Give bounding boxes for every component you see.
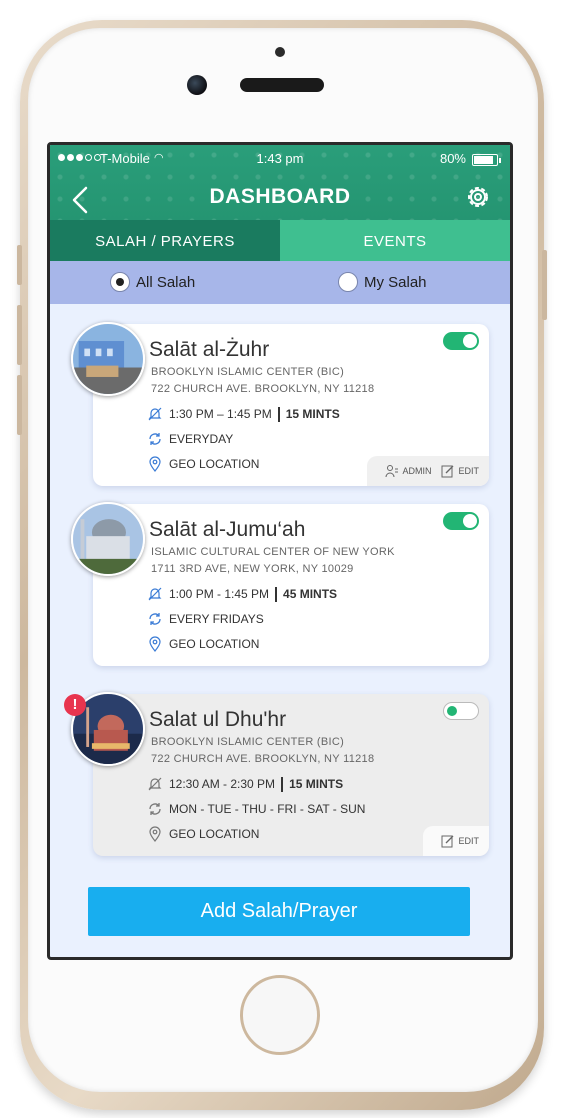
repeat-row: EVERYDAY	[147, 431, 233, 447]
prayer-duration: 15 MINTS	[289, 777, 344, 791]
prayer-card[interactable]: Salāt al-Żuhr BROOKLYN ISLAMIC CENTER (B…	[71, 322, 489, 486]
admin-label: ADMIN	[402, 466, 432, 476]
location-pin-icon	[149, 636, 161, 652]
alert-icon: !	[64, 694, 86, 716]
repeat-icon	[149, 803, 161, 815]
mosque-address: 722 CHURCH AVE. BROOKLYN, NY 11218	[151, 383, 375, 395]
mute-switch	[17, 245, 22, 285]
prayer-repeat: MON - TUE - THU - FRI - SAT - SUN	[169, 802, 366, 816]
tab-events[interactable]: EVENTS	[280, 220, 510, 262]
home-button[interactable]	[240, 975, 320, 1055]
time-row: 1:00 PM - 1:45 PM 45 MINTS	[147, 586, 337, 602]
edit-icon	[441, 465, 454, 478]
location-row: GEO LOCATION	[147, 636, 259, 652]
mosque-name: BROOKLYN ISLAMIC CENTER (BIC)	[151, 366, 345, 378]
location-row: GEO LOCATION	[147, 826, 259, 842]
edit-label: EDIT	[458, 466, 479, 476]
repeat-row: MON - TUE - THU - FRI - SAT - SUN	[147, 801, 365, 817]
prayer-duration: 45 MINTS	[283, 587, 338, 601]
tab-salah-prayers[interactable]: SALAH / PRAYERS	[50, 220, 280, 270]
divider	[275, 586, 278, 602]
tab-bar: SALAH / PRAYERS EVENTS	[50, 220, 510, 270]
filter-my-salah[interactable]: My Salah	[338, 272, 427, 292]
prayer-time: 1:00 PM - 1:45 PM	[169, 587, 270, 601]
divider	[277, 406, 280, 422]
prayer-card[interactable]: ! Salat ul Dhu'hr BROOKLYN ISLAMIC CENTE…	[64, 692, 489, 856]
edit-button[interactable]: EDIT	[441, 464, 479, 478]
volume-down-button	[17, 375, 22, 435]
filter-all-salah[interactable]: All Salah	[110, 272, 195, 292]
battery-percent: 80%	[439, 151, 466, 166]
mosque-photo	[71, 322, 145, 396]
location-row: GEO LOCATION	[147, 456, 259, 472]
prayer-card[interactable]: Salāt al-Jumu‘ah ISLAMIC CULTURAL CENTER…	[71, 502, 489, 666]
battery-icon	[472, 154, 501, 166]
proximity-sensor	[275, 47, 285, 57]
prayer-time: 12:30 AM - 2:30 PM	[169, 777, 276, 791]
edit-label: EDIT	[458, 836, 479, 846]
mosque-address: 722 CHURCH AVE. BROOKLYN, NY 11218	[151, 753, 375, 765]
filter-my-label: My Salah	[364, 273, 427, 291]
card-actions: ADMIN EDIT	[367, 456, 489, 486]
prayer-repeat: EVERYDAY	[169, 432, 234, 446]
mosque-address: 1711 3RD AVE, NEW YORK, NY 10029	[151, 563, 354, 575]
prayer-name: Salat ul Dhu'hr	[149, 708, 287, 731]
bell-off-icon	[148, 587, 162, 601]
status-bar: T-Mobile ◠ 1:43 pm 80%	[50, 151, 510, 171]
mosque-name: ISLAMIC CULTURAL CENTER OF NEW YORK	[151, 546, 395, 558]
prayer-name: Salāt al-Jumu‘ah	[149, 518, 306, 541]
prayer-toggle[interactable]	[443, 512, 479, 530]
prayer-toggle[interactable]	[443, 332, 479, 350]
location-pin-icon	[149, 826, 161, 842]
prayer-location: GEO LOCATION	[169, 637, 260, 651]
bell-off-icon	[148, 407, 162, 421]
prayer-time: 1:30 PM – 1:45 PM	[169, 407, 272, 421]
prayer-name: Salāt al-Żuhr	[149, 338, 270, 361]
repeat-row: EVERY FRIDAYS	[147, 611, 264, 627]
filter-all-label: All Salah	[136, 273, 196, 291]
radio-unchecked-icon[interactable]	[338, 272, 358, 292]
volume-up-button	[17, 305, 22, 365]
prayer-repeat: EVERY FRIDAYS	[169, 612, 264, 626]
time-row: 12:30 AM - 2:30 PM 15 MINTS	[147, 776, 343, 792]
prayer-location: GEO LOCATION	[169, 827, 260, 841]
repeat-icon	[149, 433, 161, 445]
bell-off-icon	[148, 777, 162, 791]
card-actions: EDIT	[423, 826, 489, 856]
app-screen: T-Mobile ◠ 1:43 pm 80% DASHBOARD SALAH /…	[47, 142, 513, 960]
radio-checked-icon[interactable]	[110, 272, 130, 292]
add-salah-button[interactable]: Add Salah/Prayer	[88, 887, 470, 936]
location-pin-icon	[149, 456, 161, 472]
header: T-Mobile ◠ 1:43 pm 80% DASHBOARD SALAH /…	[50, 145, 510, 270]
front-camera	[187, 75, 207, 95]
mosque-name: BROOKLYN ISLAMIC CENTER (BIC)	[151, 736, 345, 748]
page-title: DASHBOARD	[209, 185, 351, 208]
prayer-location: GEO LOCATION	[169, 457, 260, 471]
admin-icon	[385, 465, 399, 478]
gear-icon[interactable]	[464, 183, 492, 211]
time-row: 1:30 PM – 1:45 PM 15 MINTS	[147, 406, 340, 422]
filter-bar: All Salah My Salah	[50, 261, 510, 304]
earpiece-speaker	[240, 78, 324, 92]
repeat-icon	[149, 613, 161, 625]
prayer-duration: 15 MINTS	[285, 407, 340, 421]
prayer-toggle[interactable]	[443, 702, 479, 720]
edit-button[interactable]: EDIT	[441, 834, 479, 848]
mosque-photo	[71, 502, 145, 576]
divider	[281, 776, 284, 792]
power-button	[542, 250, 547, 320]
admin-button[interactable]: ADMIN	[385, 464, 431, 478]
edit-icon	[441, 835, 454, 848]
